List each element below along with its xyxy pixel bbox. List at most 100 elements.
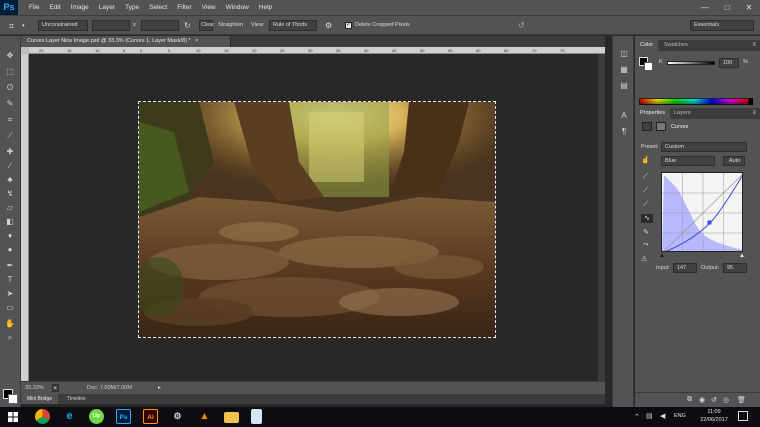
illustrator-taskbar-icon[interactable]: Ai: [143, 409, 158, 424]
gear-icon[interactable]: ⚙: [325, 20, 335, 31]
gradient-tool-icon[interactable]: ◧: [3, 216, 17, 228]
clear-button[interactable]: Clear: [199, 20, 214, 31]
paragraph-icon[interactable]: ¶: [618, 126, 630, 138]
clock-time[interactable]: 11:09: [700, 409, 728, 416]
network-icon[interactable]: ▤: [646, 412, 653, 420]
crop-tool-icon[interactable]: ⌗: [9, 20, 21, 32]
file-explorer-icon[interactable]: [224, 412, 239, 423]
menu-help[interactable]: Help: [254, 0, 277, 15]
move-tool-icon[interactable]: ✥: [3, 50, 17, 62]
history-brush-tool-icon[interactable]: ↯: [3, 188, 17, 200]
document-image[interactable]: [138, 101, 496, 338]
tab-layers[interactable]: Layers: [669, 108, 696, 119]
hand-tool-icon[interactable]: ✋: [3, 318, 17, 330]
tab-color[interactable]: Color: [635, 40, 659, 51]
tray-chevron-icon[interactable]: ⌃: [634, 413, 640, 421]
vertical-ruler[interactable]: [21, 54, 29, 381]
status-menu-arrow-icon[interactable]: ▸: [158, 384, 161, 392]
chrome-icon[interactable]: [35, 409, 50, 424]
curve-point-edit-icon[interactable]: ∿: [641, 214, 653, 223]
clock-date[interactable]: 22/06/2017: [697, 417, 731, 424]
clip-to-layer-icon[interactable]: ⧉: [687, 396, 692, 404]
curve-smooth-icon[interactable]: ⤳: [643, 241, 649, 249]
preset-dropdown[interactable]: Custom: [661, 142, 747, 152]
zoom-tool-icon[interactable]: ⌕: [3, 332, 17, 344]
curve-pencil-icon[interactable]: ✎: [643, 228, 649, 236]
rotate-icon[interactable]: ↻: [184, 20, 194, 31]
menu-select[interactable]: Select: [144, 0, 172, 15]
crop-tool-icon[interactable]: ⌗: [3, 114, 17, 126]
eraser-tool-icon[interactable]: ▱: [3, 202, 17, 214]
quick-select-tool-icon[interactable]: ✎: [3, 98, 17, 110]
background-color-swatch[interactable]: [8, 394, 18, 404]
tab-properties[interactable]: Properties: [635, 108, 671, 119]
history-icon[interactable]: ◫: [618, 48, 630, 60]
white-point-slider[interactable]: ▲: [739, 253, 745, 259]
menu-view[interactable]: View: [197, 0, 221, 15]
menu-edit[interactable]: Edit: [44, 0, 65, 15]
delete-cropped-checkbox[interactable]: ✓: [345, 22, 352, 29]
reset-adjustment-icon[interactable]: ↺: [711, 396, 717, 404]
minimize-button[interactable]: —: [694, 0, 716, 15]
tab-mini-bridge[interactable]: Mini Bridge: [21, 394, 59, 404]
swatch-icon[interactable]: ▤: [618, 80, 630, 92]
panel-menu-icon[interactable]: ≡: [752, 108, 756, 119]
adjustment-icon[interactable]: [642, 122, 652, 131]
chevron-down-icon[interactable]: ▾: [22, 20, 28, 32]
menu-filter[interactable]: Filter: [172, 0, 196, 15]
vertical-scrollbar[interactable]: [598, 54, 605, 381]
document-app-icon[interactable]: [251, 409, 262, 424]
tab-swatches[interactable]: Swatches: [659, 40, 693, 51]
type-tool-icon[interactable]: T: [3, 274, 17, 286]
workspace-dropdown[interactable]: Essentials: [690, 20, 754, 31]
windows-start-icon[interactable]: [8, 412, 18, 422]
mask-icon[interactable]: [656, 122, 666, 131]
horizontal-ruler[interactable]: 20 15 10 5 0 5 10 15 20 25 30 35 40 45 5…: [29, 47, 605, 54]
marquee-tool-icon[interactable]: ⬚: [3, 66, 17, 78]
auto-button[interactable]: Auto: [723, 156, 745, 166]
volume-icon[interactable]: ◀: [660, 412, 665, 420]
dodge-tool-icon[interactable]: ●: [3, 244, 17, 256]
document-tab[interactable]: Curves Layer Nice Image.psd @ 33.3% (Cur…: [21, 36, 231, 47]
width-input[interactable]: [92, 20, 130, 31]
view-previous-icon[interactable]: ◉: [699, 396, 705, 404]
brush-preset-icon[interactable]: ▦: [618, 64, 630, 76]
upwork-icon[interactable]: Up: [89, 409, 104, 424]
pen-tool-icon[interactable]: ✒: [3, 260, 17, 272]
tab-timeline[interactable]: Timeline: [61, 394, 92, 404]
path-selection-tool-icon[interactable]: ➤: [3, 288, 17, 300]
menu-window[interactable]: Window: [221, 0, 254, 15]
brush-tool-icon[interactable]: ∕: [3, 160, 17, 172]
channel-dropdown[interactable]: Blue: [661, 156, 715, 166]
close-tab-icon[interactable]: ×: [195, 38, 198, 44]
steam-icon[interactable]: ⚙: [170, 409, 185, 424]
straighten-label[interactable]: Straighten: [218, 20, 243, 31]
ruler-origin[interactable]: [21, 47, 29, 54]
clone-stamp-tool-icon[interactable]: ♣: [3, 174, 17, 186]
height-input[interactable]: [141, 20, 179, 31]
menu-file[interactable]: File: [24, 0, 44, 15]
input-value-field[interactable]: 147: [673, 263, 697, 273]
output-value-field[interactable]: 95: [723, 263, 747, 273]
black-point-slider[interactable]: ▲: [659, 253, 665, 259]
close-button[interactable]: ✕: [738, 0, 760, 15]
delete-icon[interactable]: 🗑: [737, 396, 746, 404]
language-indicator[interactable]: ENG: [674, 413, 686, 420]
k-slider-track[interactable]: [667, 61, 715, 65]
curve-tool-eyedropper-gray-icon[interactable]: ⟋: [643, 187, 648, 195]
curve-tool-eyedropper-black-icon[interactable]: ⟋: [643, 173, 648, 181]
photoshop-taskbar-icon[interactable]: Ps: [116, 409, 131, 424]
curve-tool-eyedropper-white-icon[interactable]: ⟋: [643, 201, 648, 209]
on-image-adjust-icon[interactable]: ☝: [641, 156, 651, 166]
ratio-dropdown[interactable]: Unconstrained: [38, 20, 88, 31]
visibility-icon[interactable]: ◎: [723, 396, 729, 404]
shape-tool-icon[interactable]: ▭: [3, 302, 17, 314]
view-overlay-dropdown[interactable]: Rule of Thirds: [269, 20, 317, 31]
panel-menu-icon[interactable]: ≡: [752, 40, 756, 51]
k-value-input[interactable]: 100: [719, 58, 739, 68]
lasso-tool-icon[interactable]: ʘ: [3, 82, 17, 94]
reset-icon[interactable]: ↺: [518, 20, 528, 31]
menu-layer[interactable]: Layer: [94, 0, 120, 15]
vlc-icon[interactable]: ▲: [197, 409, 212, 424]
internet-explorer-icon[interactable]: e: [62, 409, 77, 424]
